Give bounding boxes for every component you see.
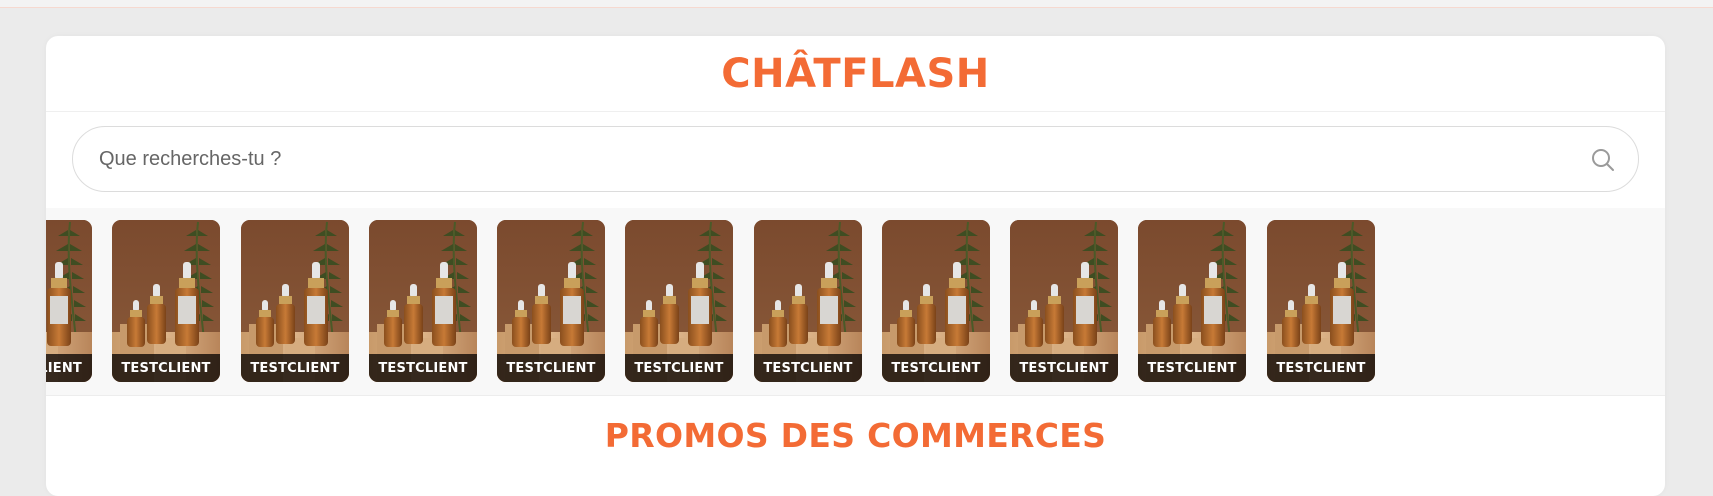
search-icon[interactable] [1590,147,1616,173]
story-item[interactable]: TESTCLIENT [46,220,92,382]
story-label: TESTCLIENT [882,354,990,382]
story-item[interactable]: TESTCLIENT [1138,220,1246,382]
story-label: TESTCLIENT [46,354,92,382]
search-bar [46,112,1665,208]
story-label: TESTCLIENT [241,354,349,382]
story-item[interactable]: TESTCLIENT [112,220,220,382]
main-card: CHÂTFLASH Que recherches-tu ? IENT TESTC… [46,36,1665,496]
search-box [72,126,1639,192]
story-item[interactable]: TESTCLIENT [369,220,477,382]
story-item[interactable]: TESTCLIENT [1010,220,1118,382]
story-item[interactable]: TESTCLIENT [1267,220,1375,382]
story-label: TESTCLIENT [1010,354,1118,382]
search-input[interactable] [73,127,1638,191]
header: CHÂTFLASH [46,36,1665,112]
story-label: TESTCLIENT [625,354,733,382]
story-item[interactable]: TESTCLIENT [754,220,862,382]
promos-section-title: PROMOS DES COMMERCES [604,416,1107,455]
story-label: TESTCLIENT [369,354,477,382]
story-item[interactable]: TESTCLIENT [241,220,349,382]
story-label: TESTCLIENT [497,354,605,382]
story-item[interactable]: TESTCLIENT [497,220,605,382]
story-label: TESTCLIENT [754,354,862,382]
top-strip [0,0,1713,8]
stories-carousel[interactable]: TESTCLIENT TESTC [46,208,1665,396]
brand-logo[interactable]: CHÂTFLASH [721,51,990,97]
story-label: TESTCLIENT [1138,354,1246,382]
story-item[interactable]: TESTCLIENT [882,220,990,382]
story-label: TESTCLIENT [1267,354,1375,382]
story-label: TESTCLIENT [112,354,220,382]
story-item[interactable]: TESTCLIENT [625,220,733,382]
